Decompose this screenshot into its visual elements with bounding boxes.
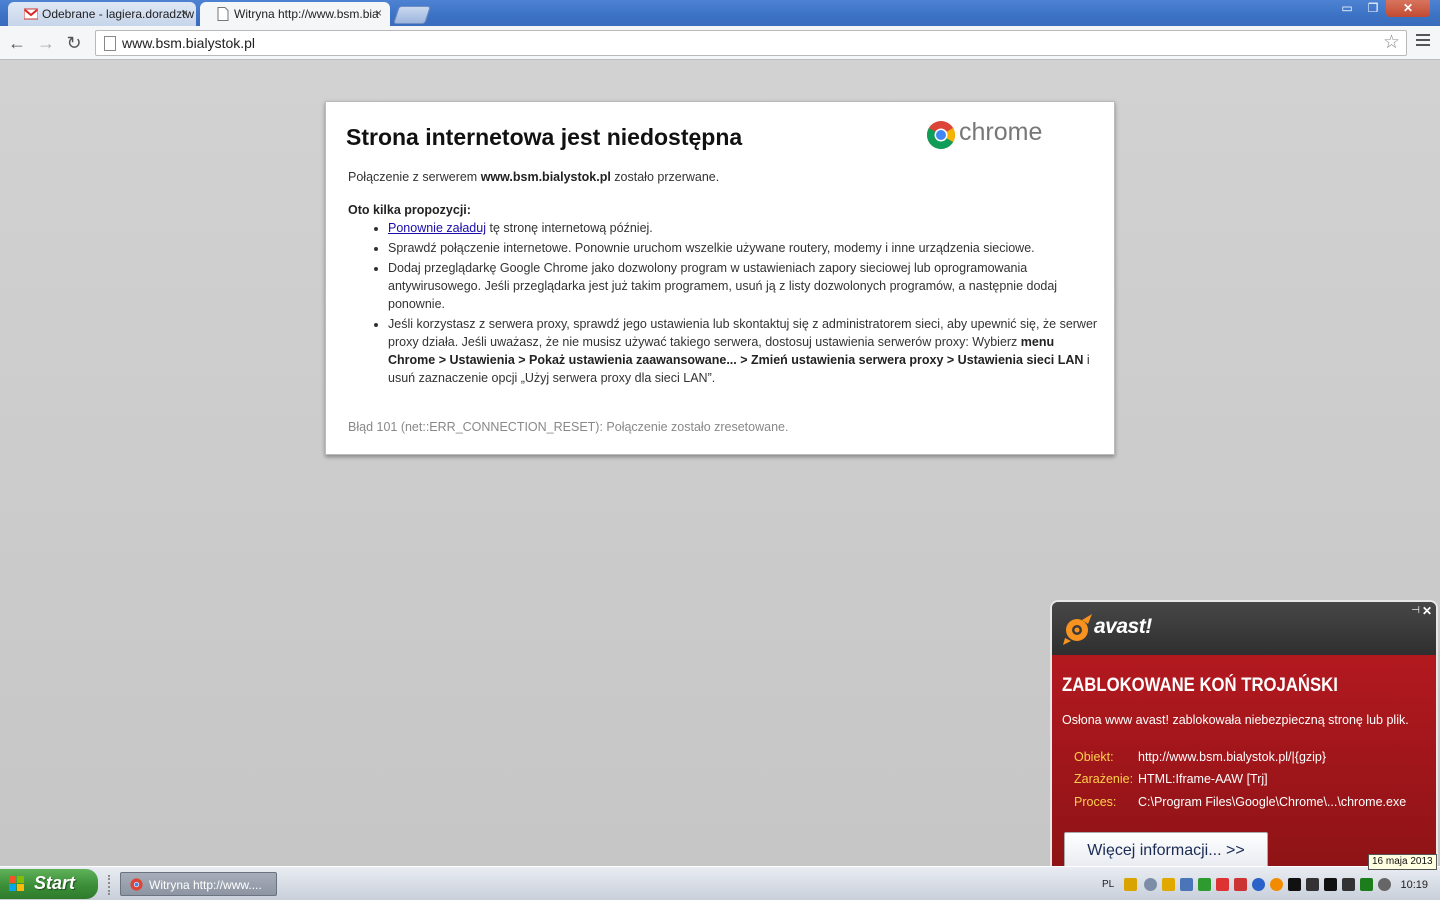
chrome-logo-icon [927, 121, 955, 149]
chevron-left-icon[interactable] [1144, 878, 1157, 891]
tab-witryna[interactable]: Witryna http://www.bsm.bia × [200, 2, 390, 26]
windows-logo-icon [9, 876, 25, 892]
shield-icon[interactable] [1124, 878, 1137, 891]
process-row: Proces: C:\Program Files\Google\Chrome\..… [1074, 795, 1406, 809]
language-indicator[interactable]: PL [1102, 879, 1114, 890]
taskbar: Start Witryna http://www.... PL 10:19 [0, 866, 1440, 900]
avast-tray-icon[interactable] [1270, 878, 1283, 891]
window-controls: ▭ ❐ ✕ [1334, 0, 1430, 18]
start-label: Start [34, 873, 76, 893]
connection-prefix: Połączenie z serwerem [348, 170, 481, 184]
avast-notification: avast! ⊣ ✕ ZABLOKOWANE KOŃ TROJAŃSKI Osł… [1050, 600, 1438, 866]
avast-wordmark: avast! [1094, 615, 1152, 638]
alert-title: ZABLOKOWANE KOŃ TROJAŃSKI [1062, 675, 1338, 696]
tab-gmail[interactable]: Odebrane - lagiera.doradztw × [8, 2, 196, 26]
taskbar-item-label: Witryna http://www.... [149, 878, 262, 892]
speaker-muted-icon[interactable] [1234, 878, 1247, 891]
more-info-button[interactable]: Więcej informacji... >> [1064, 832, 1268, 866]
close-window-button[interactable]: ✕ [1386, 0, 1430, 17]
browser-toolbar: ← → ↻ ☆ [0, 26, 1440, 60]
infection-label: Zarażenie: [1074, 772, 1134, 786]
clock[interactable]: 10:19 [1400, 879, 1428, 891]
connection-suffix: zostało przerwane. [610, 170, 720, 184]
object-value: http://www.bsm.bialystok.pl/|{gzip} [1138, 750, 1327, 764]
graph-icon[interactable] [1342, 878, 1355, 891]
back-button[interactable]: ← [7, 33, 27, 53]
connection-message: Połączenie z serwerem www.bsm.bialystok.… [348, 168, 1098, 186]
avast-alert-body: ZABLOKOWANE KOŃ TROJAŃSKI Osłona www ava… [1052, 655, 1436, 866]
tab-close-icon[interactable]: × [181, 6, 188, 20]
bookmark-star-icon[interactable]: ☆ [1383, 31, 1400, 54]
address-bar[interactable]: ☆ [95, 30, 1407, 56]
meter-icon[interactable] [1288, 878, 1301, 891]
suggestions-list: Ponownie załaduj tę stronę internetową p… [348, 219, 1098, 387]
tab-label: Odebrane - lagiera.doradztw [42, 7, 195, 21]
list-item: Sprawdź połączenie internetowe. Ponownie… [388, 239, 1098, 257]
minimize-button[interactable]: ▭ [1334, 0, 1360, 17]
list-item: Ponownie załaduj tę stronę internetową p… [388, 219, 1098, 237]
avast-logo-icon [1063, 614, 1092, 645]
meter-icon[interactable] [1324, 878, 1337, 891]
process-label: Proces: [1074, 795, 1117, 809]
chrome-icon [130, 878, 143, 891]
object-label: Obiekt: [1074, 750, 1114, 764]
wifi-icon[interactable] [1378, 878, 1391, 891]
forward-button[interactable]: → [36, 33, 56, 53]
cpu-meter-icon[interactable] [1360, 878, 1373, 891]
infection-row: Zarażenie: HTML:Iframe-AAW [Trj] [1074, 772, 1268, 786]
error-panel: Strona internetowa jest niedostępna chro… [325, 101, 1115, 455]
alert-message: Osłona www avast! zablokowała niebezpiec… [1062, 713, 1409, 727]
suggestion-text: tę stronę internetową później. [486, 221, 653, 235]
reload-link[interactable]: Ponownie załaduj [388, 221, 486, 235]
error-body: Połączenie z serwerem www.bsm.bialystok.… [348, 168, 1098, 389]
title-bar: Odebrane - lagiera.doradztw × Witryna ht… [0, 0, 1440, 26]
system-tray: PL 10:19 [1084, 867, 1440, 900]
list-item: Dodaj przeglądarkę Google Chrome jako do… [388, 259, 1098, 313]
gmail-icon [24, 8, 38, 20]
close-icon[interactable]: ✕ [1422, 604, 1432, 618]
pin-icon[interactable]: ⊣ [1411, 605, 1420, 616]
avast-header: avast! ⊣ ✕ [1052, 602, 1436, 655]
suggestions-heading: Oto kilka propozycji: [348, 203, 471, 217]
suggestion-text: Jeśli korzystasz z serwera proxy, sprawd… [388, 317, 1098, 349]
list-item: Jeśli korzystasz z serwera proxy, sprawd… [388, 315, 1098, 387]
page-icon [104, 36, 116, 51]
error-code: Błąd 101 (net::ERR_CONNECTION_RESET): Po… [348, 420, 789, 434]
tab-close-icon[interactable]: × [375, 6, 382, 20]
process-value: C:\Program Files\Google\Chrome\...\chrom… [1138, 795, 1407, 809]
new-tab-button[interactable] [393, 6, 431, 24]
security-icon[interactable] [1162, 878, 1175, 891]
signal-icon[interactable] [1198, 878, 1211, 891]
page-content: Strona internetowa jest niedostępna chro… [0, 60, 1440, 866]
bluetooth-icon[interactable] [1252, 878, 1265, 891]
url-input[interactable] [120, 34, 1324, 52]
reload-button[interactable]: ↻ [64, 33, 84, 53]
network-icon[interactable] [1180, 878, 1193, 891]
restore-button[interactable]: ❐ [1360, 0, 1386, 17]
start-button[interactable]: Start [0, 869, 98, 899]
infection-value: HTML:Iframe-AAW [Trj] [1138, 772, 1268, 786]
chrome-menu-icon[interactable] [1416, 34, 1430, 49]
date-tooltip: 16 maja 2013 [1368, 854, 1437, 870]
error-title: Strona internetowa jest niedostępna [346, 124, 743, 150]
object-row: Obiekt: http://www.bsm.bialystok.pl/|{gzi… [1074, 750, 1326, 764]
taskbar-grip[interactable] [108, 875, 114, 895]
taskbar-item-chrome[interactable]: Witryna http://www.... [120, 872, 277, 896]
connection-host: www.bsm.bialystok.pl [480, 170, 611, 184]
chrome-wordmark: chrome [959, 118, 1043, 146]
graph-icon[interactable] [1306, 878, 1319, 891]
page-icon [217, 7, 229, 21]
disconnected-icon[interactable] [1216, 878, 1229, 891]
tab-label: Witryna http://www.bsm.bia [234, 7, 379, 21]
